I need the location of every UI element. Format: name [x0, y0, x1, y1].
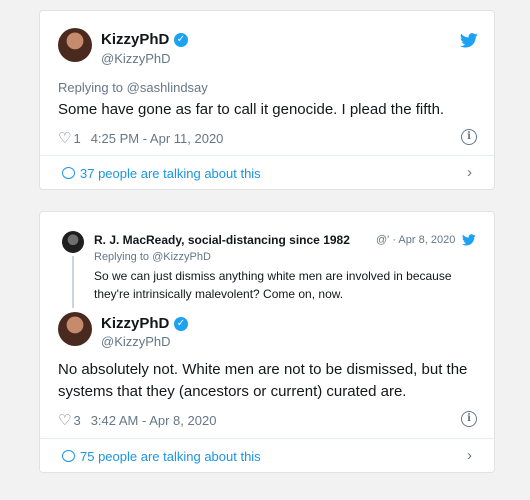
tweet-card-1: KizzyPhD ✓ @KizzyPhD Replying to @sashli…: [39, 10, 495, 190]
replying-to[interactable]: Replying to @sashlindsay: [58, 80, 208, 95]
conversation-link[interactable]: 75 people are talking about this ›: [40, 439, 494, 473]
display-name[interactable]: KizzyPhD: [101, 315, 169, 332]
quoted-display-name[interactable]: R. J. MacReady, social-distancing since …: [94, 233, 350, 247]
conversation-link[interactable]: 37 people are talking about this ›: [40, 156, 494, 190]
talking-count[interactable]: 37 people are talking about this: [80, 166, 261, 181]
info-icon[interactable]: i: [461, 129, 477, 145]
user-handle[interactable]: @KizzyPhD: [101, 51, 171, 66]
tweet-text-line-1: No absolutely not. White men are not to …: [58, 361, 468, 378]
verified-icon: ✓: [174, 317, 188, 331]
like-count[interactable]: 1: [73, 131, 80, 146]
speech-bubble-icon: [62, 167, 75, 179]
tweet-card-2: R. J. MacReady, social-distancing since …: [39, 211, 495, 473]
tweet-meta: ♡ 3 3:42 AM - Apr 8, 2020: [58, 411, 216, 429]
quoted-replying-to[interactable]: Replying to @KizzyPhD: [94, 251, 211, 263]
user-handle[interactable]: @KizzyPhD: [101, 334, 171, 349]
avatar[interactable]: [58, 28, 92, 62]
avatar[interactable]: [58, 312, 92, 346]
talking-count[interactable]: 75 people are talking about this: [80, 449, 261, 464]
tweet-text: Some have gone as far to call it genocid…: [58, 101, 445, 118]
heart-icon[interactable]: ♡: [58, 411, 71, 429]
quoted-text-line-1: So we can just dismiss anything white me…: [94, 269, 452, 283]
chevron-right-icon[interactable]: ›: [467, 447, 472, 464]
twitter-logo-icon[interactable]: [460, 33, 478, 48]
tweet-text-line-2: systems that they (ancestors or current)…: [58, 383, 407, 400]
quoted-avatar[interactable]: [62, 231, 84, 253]
quoted-meta[interactable]: @' · Apr 8, 2020: [376, 234, 455, 246]
like-count[interactable]: 3: [73, 413, 80, 428]
chevron-right-icon[interactable]: ›: [467, 164, 472, 181]
display-name[interactable]: KizzyPhD: [101, 31, 169, 48]
speech-bubble-icon: [62, 450, 75, 462]
twitter-logo-icon[interactable]: [462, 234, 476, 246]
info-icon[interactable]: i: [461, 411, 477, 427]
timestamp[interactable]: 3:42 AM - Apr 8, 2020: [91, 413, 217, 428]
tweet-meta: ♡ 1 4:25 PM - Apr 11, 2020: [58, 129, 223, 147]
verified-icon: ✓: [174, 33, 188, 47]
timestamp[interactable]: 4:25 PM - Apr 11, 2020: [91, 131, 224, 146]
quoted-text-line-2: they're intrinsically malevolent? Come o…: [94, 287, 344, 301]
thread-line: [72, 256, 74, 308]
heart-icon[interactable]: ♡: [58, 129, 71, 147]
